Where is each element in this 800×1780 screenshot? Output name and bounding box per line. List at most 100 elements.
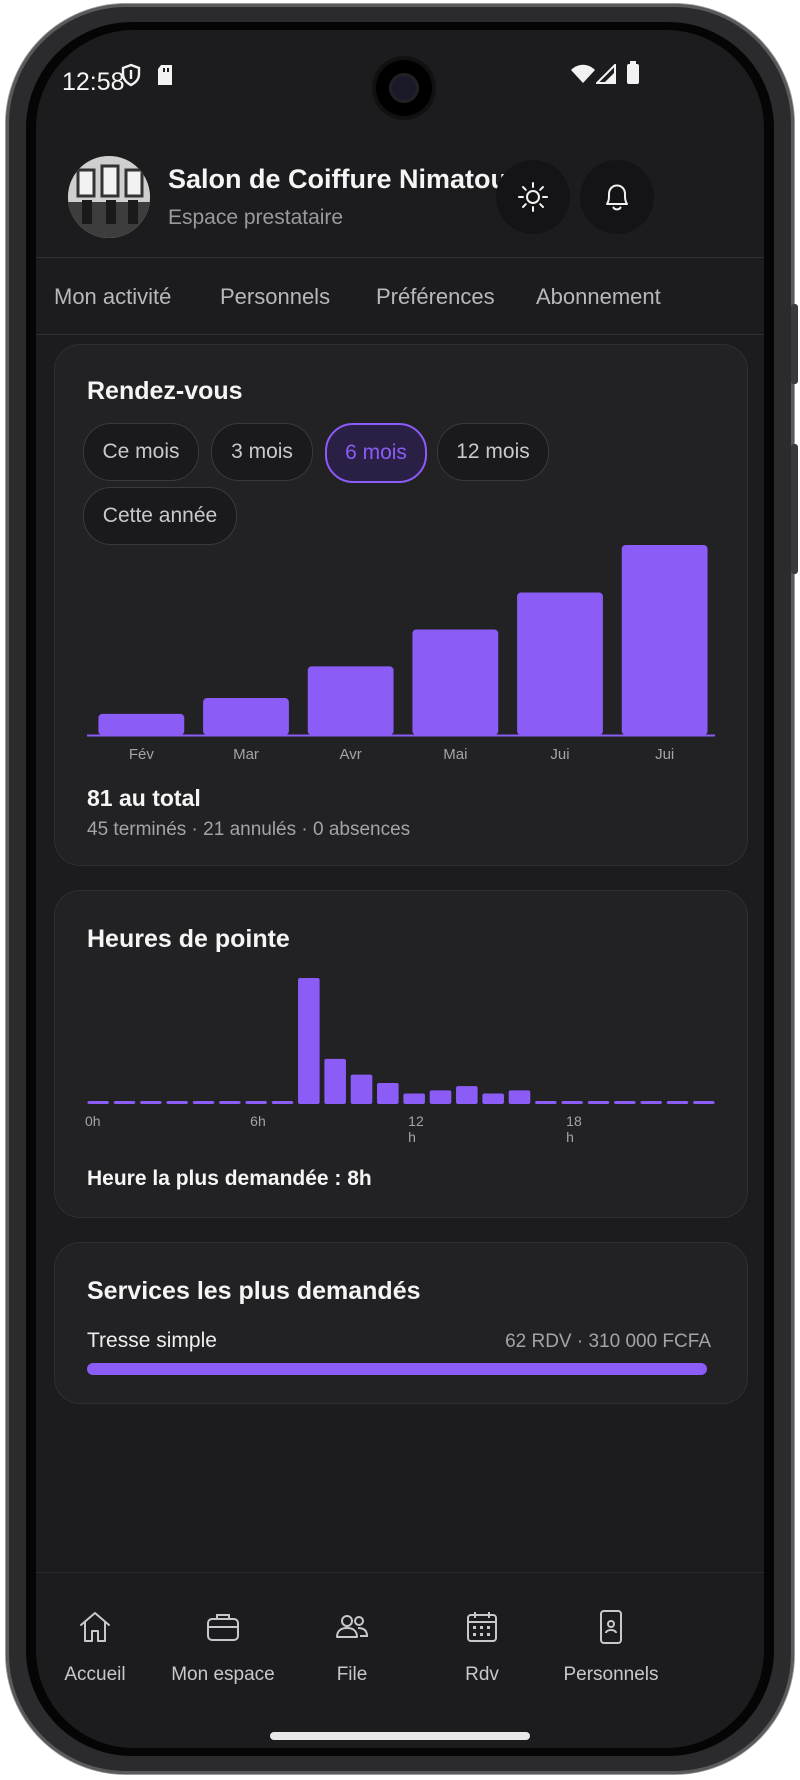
hour-tick-label: 0h bbox=[85, 1113, 101, 1129]
hour-bar bbox=[456, 1086, 478, 1104]
appointments-title: Rendez-vous bbox=[87, 377, 243, 405]
peak-hours-bar-chart: 0h 6h 12h18h bbox=[85, 978, 715, 1145]
nav-personnels[interactable]: Personnels bbox=[541, 1609, 681, 1686]
nav-label: Personnels bbox=[563, 1664, 659, 1685]
filter-chip-3-mois[interactable]: 3 mois bbox=[211, 423, 313, 481]
hour-bar bbox=[271, 1101, 294, 1104]
chart-bar bbox=[517, 592, 603, 735]
hour-bar bbox=[614, 1101, 636, 1104]
hour-tick-label: 18 bbox=[566, 1113, 582, 1129]
hour-bar bbox=[482, 1093, 504, 1104]
sd-card-icon bbox=[156, 64, 174, 91]
hour-tick-label: 6h bbox=[250, 1113, 266, 1129]
hour-bar bbox=[561, 1101, 583, 1104]
signal-icon bbox=[594, 62, 616, 89]
nav-label: Rdv bbox=[465, 1664, 499, 1685]
calendar-icon bbox=[467, 1612, 497, 1642]
nav-label: File bbox=[336, 1664, 368, 1685]
hour-bar bbox=[166, 1101, 188, 1104]
home-indicator[interactable] bbox=[270, 1732, 530, 1740]
appointments-bar-chart: Fév Mar Avr Mai Jui Jui bbox=[87, 545, 715, 761]
people-icon bbox=[336, 1615, 369, 1638]
status-time: 12:58 bbox=[62, 68, 125, 96]
hour-bar bbox=[666, 1101, 689, 1104]
phone-badge-icon bbox=[600, 1610, 622, 1644]
home-icon bbox=[80, 1612, 110, 1642]
appointments-card: Rendez-vous Ce mois 3 mois 6 mois 12 moi… bbox=[54, 344, 748, 866]
hour-tick-label: h bbox=[408, 1129, 416, 1145]
hour-bar bbox=[693, 1101, 715, 1104]
hour-tick-label: 12 bbox=[408, 1113, 424, 1129]
hour-bar bbox=[403, 1093, 425, 1104]
bell-icon bbox=[606, 184, 628, 211]
hour-bar bbox=[535, 1101, 557, 1104]
hour-bar bbox=[377, 1083, 399, 1104]
chart-tick-label: Avr bbox=[340, 746, 362, 761]
front-camera bbox=[376, 60, 432, 116]
peak-hours-title: Heures de pointe bbox=[87, 925, 290, 953]
hour-bar bbox=[640, 1101, 662, 1104]
notifications-button[interactable] bbox=[580, 160, 654, 234]
services-title: Services les plus demandés bbox=[87, 1277, 421, 1305]
nav-file[interactable]: File bbox=[282, 1609, 422, 1686]
nav-label: Mon espace bbox=[171, 1664, 275, 1685]
chart-tick-label: Jui bbox=[655, 746, 674, 761]
theme-toggle-button[interactable] bbox=[496, 160, 570, 234]
tab-mon-activite[interactable]: Mon activité bbox=[54, 284, 171, 310]
phone-frame: 12:58 Salon de Coiffure Nimatou Espace p… bbox=[6, 4, 798, 1774]
hour-bar bbox=[429, 1090, 452, 1104]
chart-bar bbox=[412, 629, 499, 735]
service-meta: 62 RDV · 310 000 FCFA bbox=[505, 1331, 711, 1352]
battery-icon bbox=[626, 61, 640, 90]
wifi-icon bbox=[570, 64, 596, 89]
hour-bar bbox=[192, 1101, 215, 1104]
briefcase-icon bbox=[207, 1614, 239, 1641]
hour-bar bbox=[245, 1101, 267, 1104]
chart-tick-label: Mai bbox=[443, 746, 467, 761]
tab-preferences[interactable]: Préférences bbox=[376, 284, 495, 310]
tabs-divider bbox=[36, 334, 764, 335]
hour-bar bbox=[350, 1074, 373, 1104]
nav-mon-espace[interactable]: Mon espace bbox=[153, 1609, 293, 1686]
hour-bar bbox=[140, 1101, 162, 1104]
hour-bar bbox=[113, 1101, 136, 1104]
appointments-total: 81 au total bbox=[87, 785, 201, 811]
power-button bbox=[791, 444, 798, 574]
salon-name: Salon de Coiffure Nimatou bbox=[168, 164, 508, 194]
hour-bar bbox=[298, 978, 320, 1104]
service-name: Tresse simple bbox=[87, 1329, 217, 1352]
chart-tick-label: Fév bbox=[129, 746, 155, 761]
chart-tick-label: Jui bbox=[550, 746, 569, 761]
nav-rdv[interactable]: Rdv bbox=[412, 1609, 552, 1686]
nav-label: Accueil bbox=[64, 1664, 126, 1685]
chart-bar bbox=[621, 545, 708, 735]
salon-subtitle: Espace prestataire bbox=[168, 206, 344, 229]
bottom-navigation: Accueil Mon espace File Rdv Personnels bbox=[36, 1572, 764, 1748]
chart-tick-label: Mar bbox=[233, 746, 259, 761]
hour-bar bbox=[219, 1101, 241, 1104]
peak-hours-summary: Heure la plus demandée : 8h bbox=[87, 1167, 372, 1190]
status-bar: 12:58 bbox=[36, 30, 764, 130]
chart-bar bbox=[307, 666, 394, 735]
filter-chip-6-mois[interactable]: 6 mois bbox=[325, 423, 427, 483]
volume-button bbox=[791, 304, 798, 384]
hour-bar bbox=[587, 1101, 610, 1104]
filter-chip-12-mois[interactable]: 12 mois bbox=[437, 423, 549, 481]
tab-abonnement[interactable]: Abonnement bbox=[536, 284, 661, 310]
appointments-breakdown: 45 terminés · 21 annulés · 0 absences bbox=[87, 819, 411, 840]
hour-bar bbox=[508, 1090, 531, 1104]
chart-bar bbox=[98, 713, 185, 735]
salon-avatar[interactable] bbox=[68, 156, 150, 238]
peak-hours-card: Heures de pointe 0h 6h 12 h 18 h Heure la plu… bbox=[54, 890, 748, 1218]
hour-tick-label: h bbox=[566, 1129, 574, 1145]
sun-icon bbox=[518, 182, 548, 212]
nav-accueil[interactable]: Accueil bbox=[36, 1609, 165, 1686]
screen: 12:58 Salon de Coiffure Nimatou Espace p… bbox=[36, 30, 764, 1748]
service-progress-bar bbox=[87, 1363, 707, 1375]
tab-personnels[interactable]: Personnels bbox=[220, 284, 330, 310]
hour-bar bbox=[324, 1058, 346, 1104]
shield-icon bbox=[120, 63, 142, 92]
hour-bar bbox=[87, 1101, 109, 1104]
filter-chip-ce-mois[interactable]: Ce mois bbox=[83, 423, 199, 481]
services-card: Services les plus demandés Tresse simple… bbox=[54, 1242, 748, 1404]
